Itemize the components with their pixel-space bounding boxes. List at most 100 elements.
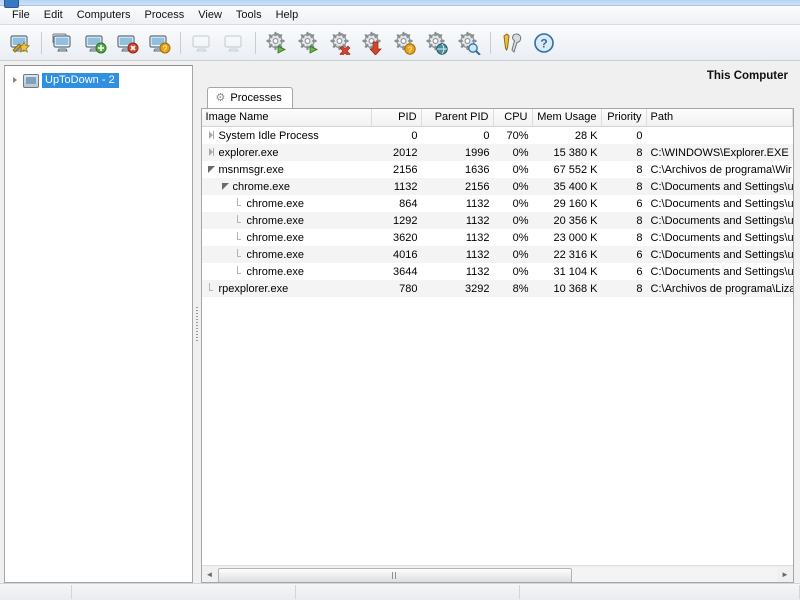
process-priority-icon[interactable] (358, 27, 388, 59)
connect-computer-icon[interactable] (80, 27, 110, 59)
computers-tree-panel[interactable]: UpToDown - 2 (4, 65, 194, 583)
column-header-cpu[interactable]: CPU (494, 109, 533, 126)
table-row[interactable]: chrome.exe 1292 1132 0% 20 356 K 8 C:\Document… (201, 212, 793, 229)
cell-pid: 2012 (393, 146, 418, 159)
panel-splitter[interactable] (193, 65, 200, 583)
table-row[interactable]: chrome.exe 4016 1132 0% 22 316 K 6 C:\Document… (201, 246, 793, 263)
horizontal-scrollbar[interactable]: ◄ ► (201, 565, 793, 582)
cell-image-name[interactable]: chrome.exe (202, 215, 372, 227)
table-row[interactable]: System Idle Process 0 0 70% 28 K 0 (202, 127, 793, 144)
tree-connector-icon (234, 232, 245, 243)
menu-item-file[interactable]: File (5, 7, 37, 24)
toolbar-separator (41, 31, 42, 54)
cell-path: C:\Documents and Settings\u (650, 214, 793, 227)
computer-properties-icon[interactable]: ? (144, 27, 174, 59)
cell-image-name[interactable]: explorer.exe (202, 147, 372, 159)
gear-icon: ⚙ (215, 91, 226, 104)
column-header-image-name[interactable]: Image Name (202, 109, 372, 126)
toolbar-separator (255, 31, 256, 54)
column-header-path[interactable]: Path (647, 109, 793, 126)
computer-disabled-2-icon[interactable] (219, 27, 249, 59)
cell-pid: 780 (399, 282, 418, 295)
splitter-grip (195, 307, 198, 341)
table-row[interactable]: chrome.exe 1132 2156 0% 35 400 K 8 C:\Document… (201, 178, 793, 195)
tree-item-root[interactable]: UpToDown - 2 (5, 72, 192, 89)
menu-item-tools[interactable]: Tools (229, 7, 269, 24)
menu-item-edit[interactable]: Edit (37, 7, 70, 24)
toolbar: ??? (0, 25, 800, 61)
status-bar (0, 583, 800, 600)
table-row[interactable]: chrome.exe 864 1132 0% 29 160 K 6 C:\Documents… (202, 195, 793, 212)
cell-mem-usage: 20 356 K (553, 214, 598, 227)
cell-image-name[interactable]: System Idle Process (202, 130, 372, 142)
menu-item-view[interactable]: View (191, 7, 229, 24)
status-segment-4 (520, 585, 800, 599)
cell-image-name[interactable]: chrome.exe (202, 232, 372, 244)
process-kill-icon[interactable] (326, 27, 356, 59)
cell-priority: 6 (636, 197, 643, 210)
tree-connector-icon (206, 283, 217, 294)
scrollbar-thumb[interactable] (217, 567, 572, 582)
help-icon[interactable]: ? (529, 27, 559, 59)
cell-pid: 0 (411, 129, 418, 142)
collapse-triangle-icon[interactable] (220, 181, 231, 192)
options-icon[interactable] (497, 27, 527, 59)
cell-image-name[interactable]: chrome.exe (202, 249, 372, 261)
cell-image-name[interactable]: rpexplorer.exe (202, 283, 372, 295)
column-header-mem-usage[interactable]: Mem Usage (533, 109, 602, 126)
cell-mem-usage: 31 104 K (553, 265, 598, 278)
cell-parent-pid: 1132 (465, 214, 490, 227)
scroll-right-arrow-icon[interactable]: ► (777, 567, 793, 582)
menu-item-computers[interactable]: Computers (70, 7, 138, 24)
cell-cpu: 8% (512, 282, 529, 295)
table-row[interactable]: msnmsgr.exe 2156 1636 0% 67 552 K 8 C:\Archivo… (202, 161, 793, 178)
add-computer-icon[interactable] (48, 27, 78, 59)
cell-mem-usage: 28 K (574, 129, 598, 142)
menu-bar: File Edit Computers Process View Tools Help (0, 6, 800, 25)
cell-priority: 8 (636, 180, 643, 193)
process-name-label: chrome.exe (246, 231, 304, 244)
cell-image-name[interactable]: msnmsgr.exe (202, 164, 372, 176)
cell-parent-pid: 2156 (465, 180, 490, 193)
collapse-triangle-icon[interactable] (206, 164, 217, 175)
cell-parent-pid: 1132 (465, 265, 490, 278)
process-grid-panel: Image Name PID Parent PID CPU Mem Usage Prior… (200, 108, 794, 583)
table-row[interactable]: rpexplorer.exe 780 3292 8% 10 368 K 8 C:\Archi… (201, 280, 793, 297)
expand-triangle-icon[interactable] (206, 130, 217, 141)
process-refresh-icon[interactable] (262, 27, 292, 59)
cell-image-name[interactable]: chrome.exe (202, 181, 372, 193)
cell-mem-usage: 23 000 K (553, 231, 598, 244)
table-row[interactable]: chrome.exe 3644 1132 0% 31 104 K 6 C:\Document… (202, 263, 793, 280)
disconnect-computer-icon[interactable] (112, 27, 142, 59)
process-start-icon[interactable] (294, 27, 324, 59)
cell-image-name[interactable]: chrome.exe (202, 198, 372, 210)
computer-disabled-1-icon[interactable] (187, 27, 217, 59)
table-row[interactable]: explorer.exe 2012 1996 0% 15 380 K 8 C:\WINDOW… (201, 144, 793, 161)
cell-image-name[interactable]: chrome.exe (202, 266, 372, 278)
svg-text:?: ? (540, 36, 547, 50)
process-name-label: chrome.exe (246, 248, 304, 261)
column-header-priority[interactable]: Priority (602, 109, 647, 126)
chevron-right-icon[interactable] (11, 76, 20, 85)
toolbar-separator (490, 31, 491, 54)
tab-processes[interactable]: ⚙ Processes (206, 87, 293, 108)
process-name-label: msnmsgr.exe (218, 163, 284, 176)
column-header-pid[interactable]: PID (372, 109, 422, 126)
column-header-parent-pid[interactable]: Parent PID (422, 109, 494, 126)
toolbar-separator (180, 31, 181, 54)
tree-item-label: UpToDown - 2 (42, 73, 119, 88)
process-properties-icon[interactable]: ? (390, 27, 420, 59)
process-search-icon[interactable] (454, 27, 484, 59)
menu-item-process[interactable]: Process (138, 7, 192, 24)
cell-path: C:\WINDOWS\Explorer.EXE (650, 146, 789, 159)
expand-triangle-icon[interactable] (206, 147, 217, 158)
cell-parent-pid: 1132 (465, 248, 490, 261)
process-network-icon[interactable] (422, 27, 452, 59)
table-row[interactable]: chrome.exe 3620 1132 0% 23 000 K 8 C:\Document… (202, 229, 793, 246)
scroll-left-arrow-icon[interactable]: ◄ (202, 567, 218, 582)
connect-computer-wizard-icon[interactable] (5, 27, 35, 59)
process-name-label: System Idle Process (218, 129, 319, 142)
scrollbar-track[interactable] (217, 566, 777, 582)
menu-item-help[interactable]: Help (269, 7, 306, 24)
grid-body[interactable]: System Idle Process 0 0 70% 28 K 0 explorer.ex… (201, 127, 793, 565)
